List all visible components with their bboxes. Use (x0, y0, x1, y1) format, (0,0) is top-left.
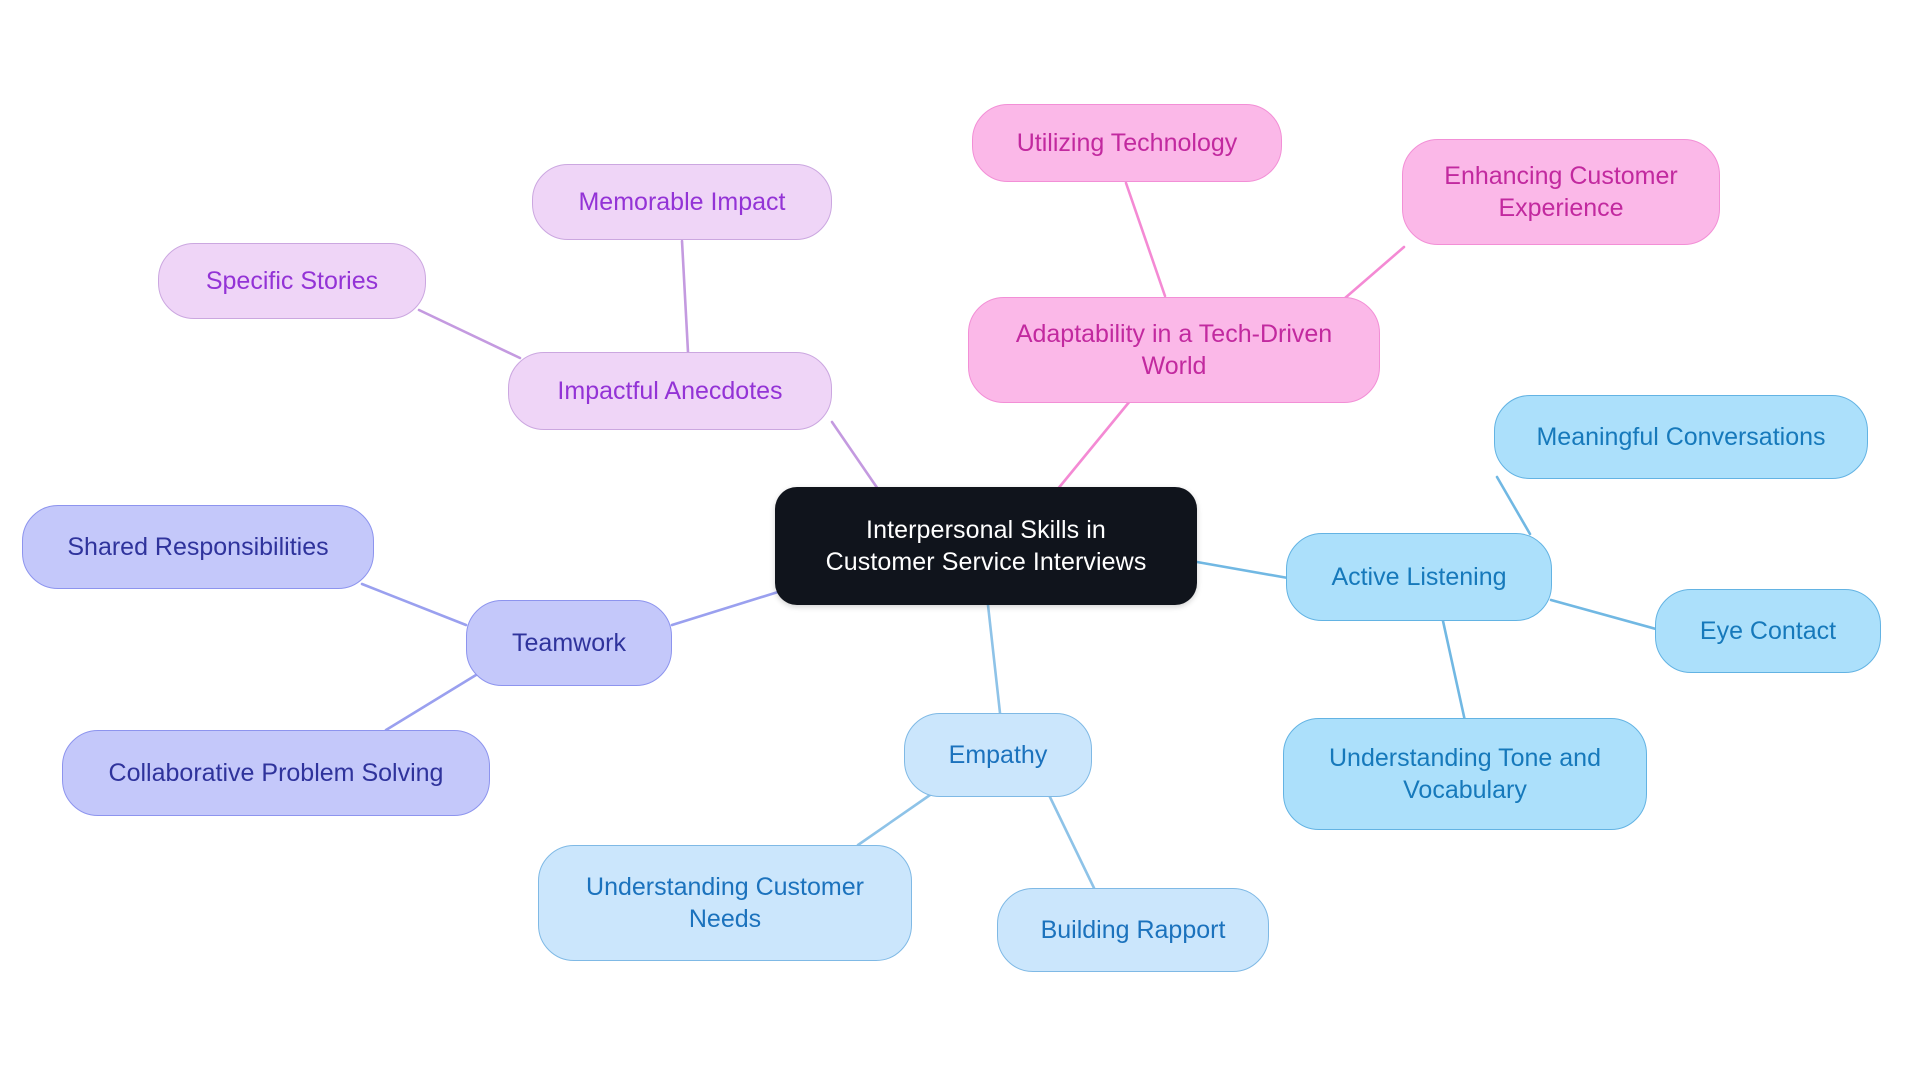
edge-root-active-listening (1195, 560, 1290, 580)
edge-root-adaptability-tech (1055, 399, 1132, 492)
mindmap-node-impactful-anecdotes[interactable]: Impactful Anecdotes (508, 352, 832, 430)
edge-empathy-building-rapport (1047, 793, 1096, 890)
mindmap-node-shared-responsibilities[interactable]: Shared Responsibilities (22, 505, 374, 589)
edge-empathy-understanding-customer-needs (856, 793, 932, 847)
mindmap-node-enhancing-customer-experience[interactable]: Enhancing Customer Experience (1402, 139, 1720, 245)
mindmap-node-building-rapport[interactable]: Building Rapport (997, 888, 1269, 972)
mindmap-node-teamwork[interactable]: Teamwork (466, 600, 672, 686)
mindmap-node-memorable-impact[interactable]: Memorable Impact (532, 164, 832, 240)
edge-root-teamwork (670, 590, 780, 627)
mindmap-node-specific-stories[interactable]: Specific Stories (158, 243, 426, 319)
mindmap-node-utilizing-technology[interactable]: Utilizing Technology (972, 104, 1282, 182)
mindmap-node-root[interactable]: Interpersonal Skills in Customer Service… (775, 487, 1197, 605)
edge-impactful-anecdotes-specific-stories (417, 308, 522, 360)
mindmap-canvas: Interpersonal Skills in Customer Service… (0, 0, 1920, 1083)
mindmap-node-empathy[interactable]: Empathy (904, 713, 1092, 797)
mindmap-node-eye-contact[interactable]: Eye Contact (1655, 589, 1881, 673)
mindmap-node-active-listening[interactable]: Active Listening (1286, 533, 1552, 621)
edge-active-understanding-tone (1441, 619, 1467, 723)
edge-teamwork-shared-responsibilities (360, 582, 468, 627)
edge-root-empathy (986, 603, 1002, 715)
mindmap-node-collaborative-problem-solving[interactable]: Collaborative Problem Solving (62, 730, 490, 816)
edge-active-meaningful-conversations (1495, 475, 1532, 536)
mindmap-node-understanding-customer-needs[interactable]: Understanding Customer Needs (538, 845, 912, 961)
mindmap-node-adaptability-tech[interactable]: Adaptability in a Tech-Driven World (968, 297, 1380, 403)
mindmap-node-understanding-tone-vocabulary[interactable]: Understanding Tone and Vocabulary (1283, 718, 1647, 830)
edge-active-eye-contact (1549, 598, 1658, 631)
edge-adaptability-utilizing-technology (1124, 181, 1167, 298)
edge-root-impactful-anecdotes (830, 420, 882, 494)
mindmap-node-meaningful-conversations[interactable]: Meaningful Conversations (1494, 395, 1868, 479)
edge-impactful-anecdotes-memorable-impact (680, 239, 690, 354)
